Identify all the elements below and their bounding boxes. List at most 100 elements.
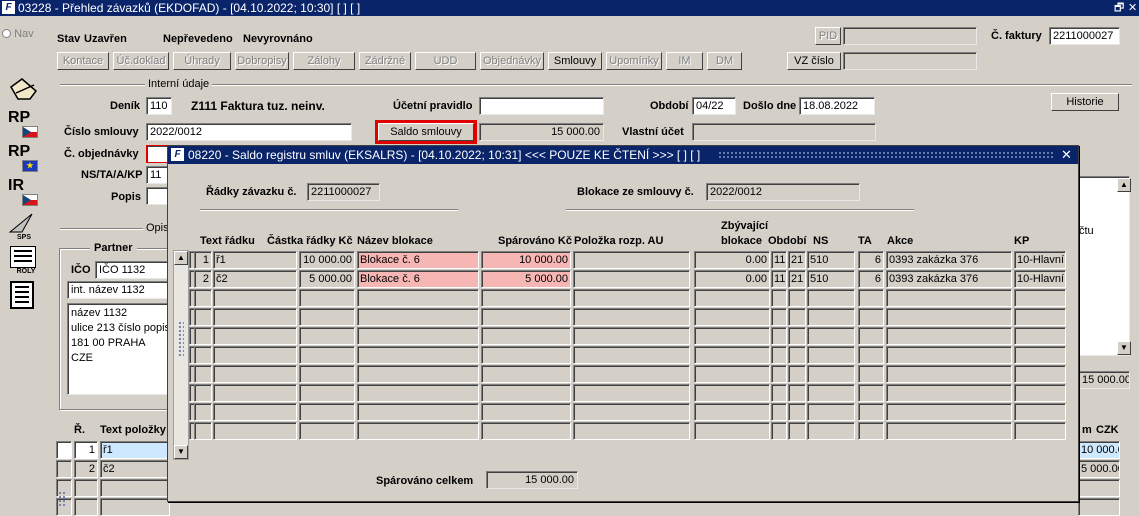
tab-im[interactable]: IM [666, 52, 703, 70]
cell-nazev-blokace[interactable]: Blokace č. 6 [357, 270, 479, 288]
cell-obdobi-rok[interactable] [788, 289, 806, 307]
cell-kp[interactable] [1014, 289, 1066, 307]
cell-nazev-blokace[interactable] [357, 346, 479, 364]
doslo-dne-field[interactable]: 18.08.2022 [799, 97, 875, 115]
cell-nazev-blokace[interactable] [357, 327, 479, 345]
cell-castka-radky[interactable] [299, 308, 355, 326]
nav-toggle[interactable]: Nav [2, 26, 34, 42]
close-window-button[interactable]: ✕ [1128, 0, 1137, 16]
cell-ta[interactable] [858, 308, 884, 326]
cell-kp[interactable] [1014, 346, 1066, 364]
cell-zbyvajici-blokace[interactable] [694, 365, 770, 383]
cell-castka-radky[interactable] [299, 346, 355, 364]
cell-obdobi-rok[interactable] [788, 308, 806, 326]
cell-nazev-blokace[interactable] [357, 384, 479, 402]
cell-text-radku[interactable] [213, 327, 297, 345]
cell-sparovano[interactable] [481, 403, 571, 421]
cell-ns[interactable] [807, 384, 855, 402]
tab-uc-doklad[interactable]: Úč.doklad [113, 52, 169, 70]
cell-text-radku[interactable]: ř1 [213, 251, 297, 269]
cell-row-number[interactable] [194, 384, 212, 402]
cell-akce[interactable] [886, 403, 1012, 421]
radky-zavazku-field[interactable]: 2211000027 [307, 183, 380, 201]
tab-zadrzne[interactable]: Zádržné [359, 52, 411, 70]
cell-sparovano[interactable]: 5 000.00 [481, 270, 571, 288]
cell-zbyvajici-blokace[interactable] [694, 289, 770, 307]
cell-akce[interactable] [886, 308, 1012, 326]
cell-ns[interactable] [807, 289, 855, 307]
cell-akce[interactable] [886, 289, 1012, 307]
scroll-down-icon[interactable]: ▼ [1117, 341, 1131, 355]
cell-polozka-rozp-au[interactable] [573, 403, 690, 421]
cell-zbyvajici-blokace[interactable] [694, 384, 770, 402]
cell-nazev-blokace[interactable]: Blokace č. 6 [357, 251, 479, 269]
bottom-row-number[interactable] [74, 498, 98, 516]
cell-text-radku[interactable] [213, 308, 297, 326]
tab-udd[interactable]: UDD [415, 52, 476, 70]
roles-icon[interactable]: ROLY [10, 246, 42, 278]
cell-polozka-rozp-au[interactable] [573, 346, 690, 364]
cell-castka-radky[interactable] [299, 327, 355, 345]
cell-row-number[interactable] [194, 346, 212, 364]
bottom-row-value[interactable] [1078, 498, 1120, 516]
cell-castka-radky[interactable] [299, 289, 355, 307]
ir-cz-icon[interactable]: IR [8, 176, 40, 208]
cell-obdobi-rok[interactable]: 21 [788, 251, 806, 269]
cell-kp[interactable] [1014, 327, 1066, 345]
cell-ta[interactable] [858, 346, 884, 364]
int-nazev-field[interactable]: int. název 1132 [67, 281, 170, 299]
cell-kp[interactable] [1014, 365, 1066, 383]
cell-zbyvajici-blokace[interactable]: 0.00 [694, 270, 770, 288]
cislo-smlouvy-field[interactable]: 2022/0012 [146, 123, 352, 141]
cislo-faktury-field[interactable]: 2211000027 [1049, 27, 1120, 45]
historie-button[interactable]: Historie [1051, 93, 1119, 111]
cell-row-number[interactable] [194, 365, 212, 383]
cell-castka-radky[interactable] [299, 422, 355, 440]
cell-sparovano[interactable] [481, 384, 571, 402]
cell-nazev-blokace[interactable] [357, 365, 479, 383]
cell-polozka-rozp-au[interactable] [573, 289, 690, 307]
cell-akce[interactable]: 0393 zakázka 376 [886, 251, 1012, 269]
cell-obdobi-mesic[interactable] [771, 346, 787, 364]
cell-obdobi-rok[interactable] [788, 327, 806, 345]
cell-ns[interactable] [807, 346, 855, 364]
cell-obdobi-mesic[interactable]: 11 [771, 251, 787, 269]
bottom-row-text[interactable]: ř1 [100, 441, 170, 459]
cell-row-number[interactable] [194, 403, 212, 421]
cell-kp[interactable] [1014, 308, 1066, 326]
tab-kontace[interactable]: Kontace [57, 52, 109, 70]
bottom-row-text[interactable] [100, 498, 170, 516]
cell-zbyvajici-blokace[interactable] [694, 346, 770, 364]
cell-castka-radky[interactable] [299, 365, 355, 383]
cell-akce[interactable] [886, 365, 1012, 383]
bottom-row-text[interactable]: č2 [100, 460, 170, 478]
cell-text-radku[interactable] [213, 346, 297, 364]
cell-ta[interactable] [858, 365, 884, 383]
cell-zbyvajici-blokace[interactable] [694, 327, 770, 345]
cell-ta[interactable] [858, 403, 884, 421]
tab-smlouvy[interactable]: Smlouvy [548, 52, 602, 70]
cell-polozka-rozp-au[interactable] [573, 422, 690, 440]
bottom-row-value[interactable]: 10 000.00 [1078, 441, 1120, 459]
restore-window-button[interactable]: 🗗 [1114, 0, 1124, 16]
partner-address[interactable]: název 1132 ulice 213 číslo popis 181 00 … [67, 303, 170, 395]
bottom-row-value[interactable]: 5 000.00 [1078, 460, 1120, 478]
cell-text-radku[interactable] [213, 289, 297, 307]
ico-field[interactable]: IČO 1132 [95, 261, 170, 279]
cell-row-number[interactable] [194, 422, 212, 440]
cell-obdobi-mesic[interactable] [771, 384, 787, 402]
cell-ta[interactable] [858, 422, 884, 440]
cell-ns[interactable] [807, 403, 855, 421]
cell-obdobi-rok[interactable] [788, 365, 806, 383]
denik-field[interactable]: 110 [146, 97, 172, 115]
bottom-row-number[interactable]: 1 [74, 441, 98, 459]
cell-ns[interactable] [807, 308, 855, 326]
cell-kp[interactable]: 10-Hlavní [1014, 270, 1066, 288]
tab-zalohy[interactable]: Zálohy [293, 52, 355, 70]
tab-dobropisy[interactable]: Dobropisy [235, 52, 289, 70]
cell-sparovano[interactable] [481, 289, 571, 307]
cell-text-radku[interactable] [213, 403, 297, 421]
cell-polozka-rozp-au[interactable] [573, 251, 690, 269]
cell-sparovano[interactable] [481, 422, 571, 440]
cell-nazev-blokace[interactable] [357, 422, 479, 440]
